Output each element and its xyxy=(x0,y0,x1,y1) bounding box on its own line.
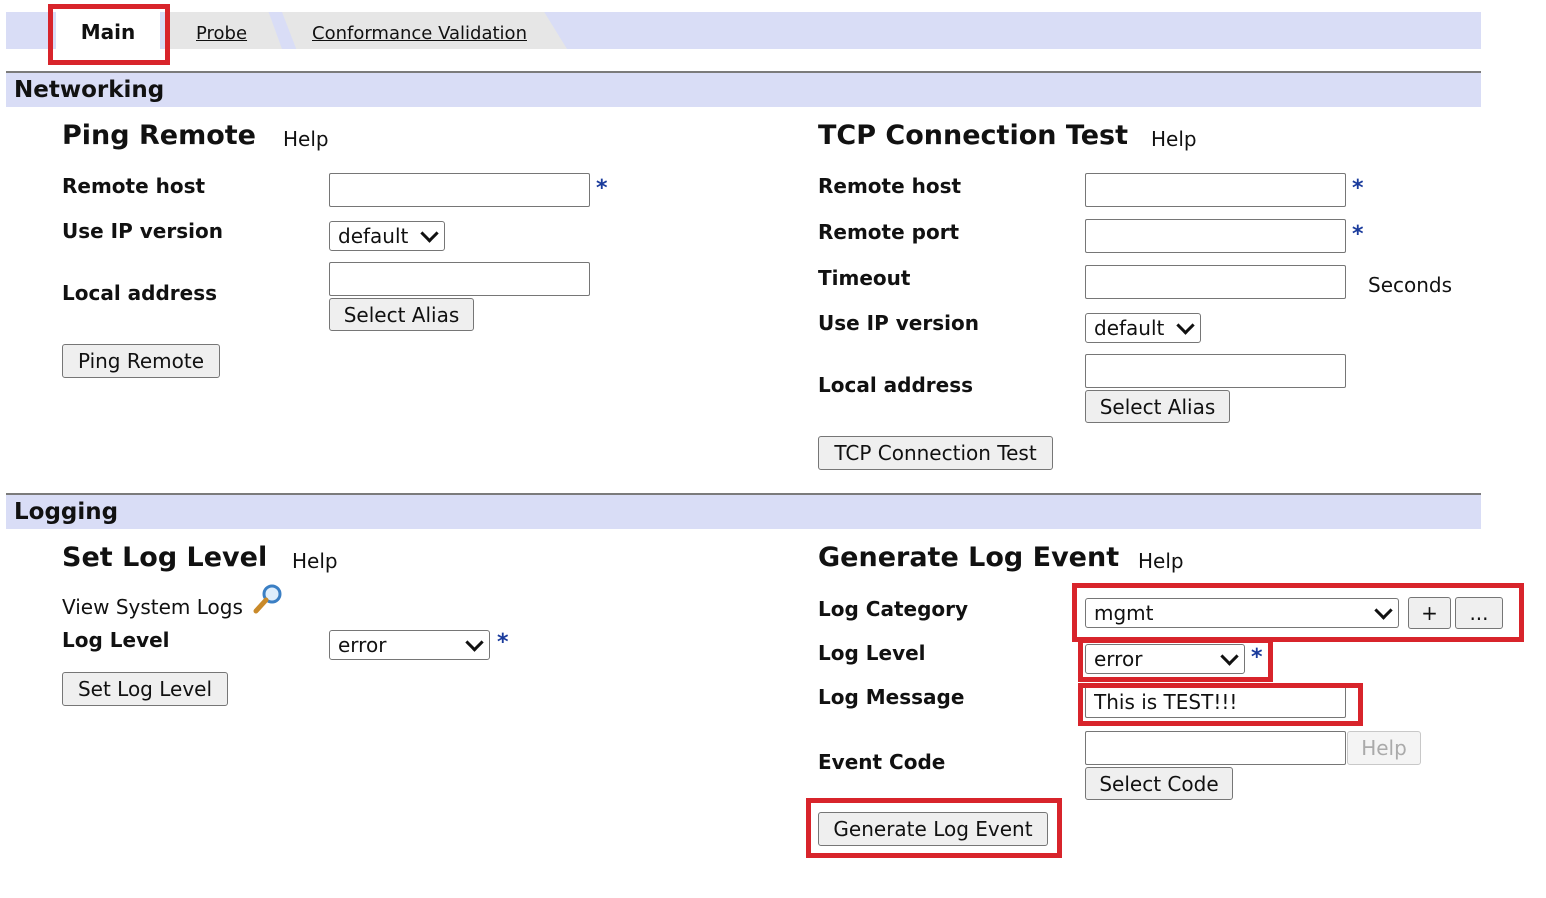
ping-remote-button[interactable]: Ping Remote xyxy=(62,344,220,378)
tab-probe[interactable]: Probe xyxy=(196,23,247,44)
highlight-log-message xyxy=(1078,683,1363,726)
event-code-label: Event Code xyxy=(818,750,946,774)
ping-remote-host-input[interactable] xyxy=(329,173,590,207)
required-marker: * xyxy=(1352,176,1364,201)
set-log-level-label: Log Level xyxy=(62,628,170,652)
tcp-remote-host-input[interactable] xyxy=(1085,173,1346,207)
tcp-local-address-label: Local address xyxy=(818,373,974,397)
tcp-ip-version-label: Use IP version xyxy=(818,311,979,335)
section-networking-title: Networking xyxy=(6,73,1481,107)
event-code-help-button[interactable]: Help xyxy=(1347,731,1421,765)
log-message-label: Log Message xyxy=(818,685,965,709)
event-code-input[interactable] xyxy=(1085,731,1346,765)
tcp-ip-version-value: default xyxy=(1094,316,1165,340)
set-log-level-help-link[interactable]: Help xyxy=(292,549,338,573)
tcp-remote-port-input[interactable] xyxy=(1085,219,1346,253)
tcp-test-heading: TCP Connection Test xyxy=(818,120,1128,151)
tcp-timeout-input[interactable] xyxy=(1085,265,1346,299)
tcp-remote-host-label: Remote host xyxy=(818,174,962,198)
tcp-select-alias-button[interactable]: Select Alias xyxy=(1085,390,1230,423)
highlight-log-level xyxy=(1078,638,1273,682)
generate-log-event-heading: Generate Log Event xyxy=(818,542,1120,573)
ping-remote-host-label: Remote host xyxy=(62,174,206,198)
chevron-down-icon xyxy=(1176,315,1195,335)
chevron-down-icon xyxy=(465,632,484,652)
tcp-timeout-label: Timeout xyxy=(818,266,911,290)
generate-log-level-label: Log Level xyxy=(818,641,926,665)
select-code-button[interactable]: Select Code xyxy=(1085,767,1233,800)
ping-ip-version-label: Use IP version xyxy=(62,219,223,243)
highlight-tab-main xyxy=(48,4,170,65)
required-marker: * xyxy=(497,630,509,655)
section-logging-title: Logging xyxy=(6,495,1481,529)
highlight-generate-button xyxy=(806,798,1062,858)
ping-remote-heading: Ping Remote xyxy=(62,120,256,151)
set-log-level-value: error xyxy=(338,633,387,657)
magnifier-icon[interactable] xyxy=(252,583,284,615)
ping-select-alias-button[interactable]: Select Alias xyxy=(329,298,474,331)
highlight-log-category xyxy=(1072,583,1524,642)
tcp-remote-port-label: Remote port xyxy=(818,220,960,244)
tcp-connection-test-button[interactable]: TCP Connection Test xyxy=(818,436,1053,470)
tcp-test-help-link[interactable]: Help xyxy=(1151,127,1197,151)
set-log-level-button[interactable]: Set Log Level xyxy=(62,672,228,706)
chevron-down-icon xyxy=(420,223,439,243)
tab-conformance-validation[interactable]: Conformance Validation xyxy=(312,23,527,44)
set-log-level-select[interactable]: error xyxy=(329,630,490,660)
required-marker: * xyxy=(596,176,608,201)
ping-ip-version-value: default xyxy=(338,224,409,248)
ping-ip-version-select[interactable]: default xyxy=(329,221,445,251)
log-category-label: Log Category xyxy=(818,597,969,621)
generate-log-event-help-link[interactable]: Help xyxy=(1138,549,1184,573)
ping-local-address-input[interactable] xyxy=(329,262,590,296)
set-log-level-heading: Set Log Level xyxy=(62,542,268,573)
ping-remote-help-link[interactable]: Help xyxy=(283,127,329,151)
tcp-ip-version-select[interactable]: default xyxy=(1085,313,1201,343)
tcp-timeout-unit: Seconds xyxy=(1368,273,1453,297)
tcp-local-address-input[interactable] xyxy=(1085,354,1346,388)
ping-local-address-label: Local address xyxy=(62,281,218,305)
required-marker: * xyxy=(1352,222,1364,247)
view-system-logs-link[interactable]: View System Logs xyxy=(62,595,243,619)
